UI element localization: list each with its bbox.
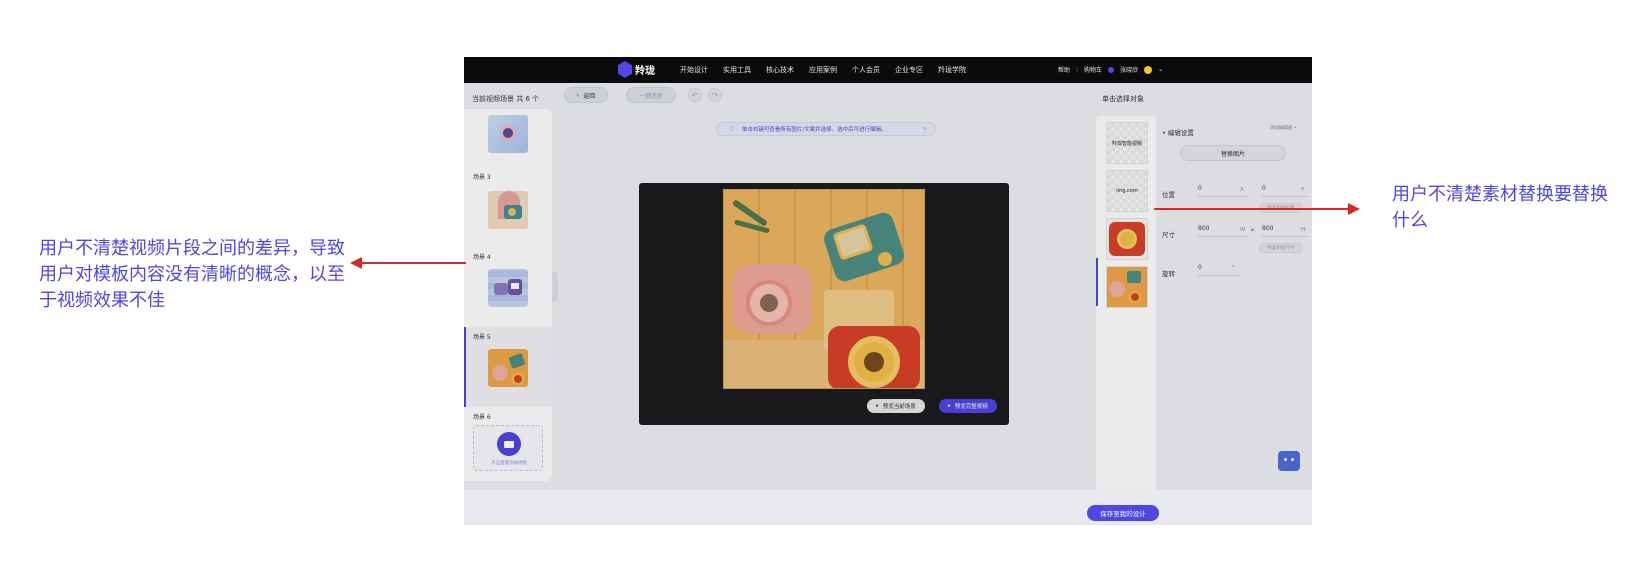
- scene-thumbnail: [488, 349, 528, 387]
- size-label: 尺寸: [1162, 231, 1175, 239]
- help-link[interactable]: 帮助: [1058, 65, 1070, 74]
- position-x-value: 0: [1198, 185, 1202, 192]
- chat-assistant-icon[interactable]: [1278, 451, 1300, 471]
- rotate-label: 旋转: [1162, 270, 1175, 278]
- position-label: 位置: [1162, 191, 1175, 199]
- preview-current-label: 预览当前场景: [882, 404, 916, 410]
- object-item-text[interactable]: ling.com: [1106, 170, 1148, 212]
- preview-full-video-button[interactable]: ▸ 预览完整视频: [939, 399, 997, 413]
- width-value: 800: [1198, 225, 1210, 232]
- nav-item[interactable]: 实用工具: [723, 65, 751, 75]
- replace-image-button[interactable]: 替换图片: [1180, 145, 1286, 161]
- username[interactable]: 张晓欣: [1120, 65, 1138, 74]
- h-unit: H: [1301, 227, 1306, 233]
- object-list-panel: 羚珑智能视频 ling.com: [1096, 116, 1156, 493]
- collapse-handle[interactable]: [552, 272, 558, 302]
- chevron-left-icon: ‹: [576, 91, 580, 99]
- logo-icon: [618, 61, 632, 78]
- annotation-left: 用户不清楚视频片段之间的差异，导致用户对模板内容没有清晰的概念，以至于视频效果不…: [39, 238, 345, 311]
- scene-item[interactable]: 场景 4: [464, 247, 552, 327]
- redo-icon[interactable]: ↷: [708, 88, 722, 102]
- hint-banner: ◌ 单击右键可查看所有图片/文案并选择，选中后可进行编辑。 ×: [716, 122, 936, 136]
- nav-item[interactable]: 核心技术: [766, 65, 794, 75]
- object-label: 羚珑智能视频: [1111, 140, 1142, 147]
- reset-size-button[interactable]: 恢复初始尺寸: [1259, 243, 1303, 253]
- chevron-down-icon[interactable]: ⌄: [1158, 66, 1163, 73]
- play-icon: ▸: [876, 403, 879, 409]
- scene-label: 场景 5: [473, 334, 491, 341]
- video-camera-icon: [497, 432, 521, 456]
- nav-item[interactable]: 开始设计: [680, 65, 708, 75]
- bulb-icon: ◌: [729, 126, 734, 132]
- degree-unit: °: [1232, 265, 1235, 271]
- rotate-value: 0: [1198, 264, 1202, 271]
- object-active-indicator: [1096, 258, 1098, 306]
- edit-settings-title: • 编辑设置: [1162, 129, 1194, 137]
- back-button-label: 返回: [583, 92, 596, 100]
- nav-item[interactable]: 企业专区: [895, 65, 923, 75]
- app-screenshot: 羚珑 开始设计 实用工具 核心技术 应用案例 个人会员 企业专区 羚珑学院 帮助…: [464, 57, 1312, 525]
- top-nav-bar: 羚珑 开始设计 实用工具 核心技术 应用案例 个人会员 企业专区 羚珑学院 帮助…: [464, 57, 1312, 83]
- logo[interactable]: 羚珑: [618, 61, 655, 78]
- arrow-right-head: [1348, 203, 1360, 215]
- nav-item[interactable]: 羚珑学院: [938, 65, 966, 75]
- nav-item[interactable]: 应用案例: [809, 65, 837, 75]
- logo-text: 羚珑: [635, 66, 655, 77]
- object-item-text[interactable]: 羚珑智能视频: [1106, 122, 1148, 164]
- height-value: 800: [1262, 225, 1274, 232]
- preview-full-label: 预览完整视频: [954, 404, 988, 410]
- scene-image[interactable]: [723, 189, 925, 389]
- hint-text: 单击右键可查看所有图片/文案并选择，选中后可进行编辑。: [741, 127, 887, 133]
- y-unit: Y: [1301, 187, 1305, 193]
- divider: |: [1076, 66, 1079, 73]
- scene-label: 场景 6: [473, 414, 491, 421]
- undo-icon[interactable]: ↶: [688, 88, 702, 102]
- lock-icon[interactable]: 🔒︎: [1251, 227, 1254, 234]
- vip-icon: [1144, 65, 1153, 74]
- position-y-value: 0: [1262, 185, 1266, 192]
- object-label: ling.com: [1116, 188, 1138, 194]
- object-item-image[interactable]: [1106, 218, 1148, 260]
- scene-list-panel: 场景 3 场景 4 场景 5 场景 6 点击直接添加视频: [464, 109, 552, 481]
- play-icon: ▸: [948, 403, 951, 409]
- save-to-my-designs-button[interactable]: 保存至我的设计: [1087, 505, 1159, 521]
- scene-thumbnail: [488, 269, 528, 307]
- arrow-right-line: [1154, 208, 1350, 210]
- preview-current-scene-button[interactable]: ▸ 预览当前场景: [867, 399, 925, 413]
- add-editor-link[interactable]: 添加编辑器 •: [1270, 125, 1297, 131]
- main-nav: 开始设计 实用工具 核心技术 应用案例 个人会员 企业专区 羚珑学院: [680, 65, 966, 75]
- scene-count-title: 当前视频场景 共 6 个: [472, 95, 540, 103]
- cart-link[interactable]: 购物车: [1084, 65, 1102, 74]
- scene-item-active[interactable]: 场景 5: [464, 327, 552, 407]
- select-object-title: 单击选择对象: [1102, 95, 1144, 103]
- one-click-restore-button[interactable]: 一键还原: [626, 87, 676, 103]
- upload-hint: 点击直接添加视频: [491, 461, 527, 466]
- cart-count-badge: [1108, 66, 1115, 73]
- scene-thumbnail: [488, 191, 528, 229]
- upload-video-dropzone[interactable]: 点击直接添加视频: [473, 425, 543, 471]
- footer-bar: [464, 490, 1312, 525]
- stage: 羚珑 开始设计 实用工具 核心技术 应用案例 个人会员 企业专区 羚珑学院 帮助…: [0, 0, 1634, 587]
- scene-label: 场景 3: [473, 174, 491, 181]
- back-button[interactable]: ‹ 返回: [564, 87, 608, 103]
- scene-item[interactable]: 场景 3: [464, 167, 552, 247]
- scene-label: 场景 4: [473, 254, 491, 261]
- scene-item[interactable]: 场景 6 点击直接添加视频: [464, 407, 552, 481]
- close-icon[interactable]: ×: [922, 126, 927, 132]
- w-unit: W: [1240, 227, 1246, 233]
- top-right-menu: 帮助 | 购物车 张晓欣 ⌄: [1058, 65, 1163, 74]
- scene-thumbnail: [488, 115, 528, 153]
- annotation-right: 用户不清楚素材替换要替换什么: [1392, 184, 1608, 231]
- scene-item[interactable]: [464, 109, 552, 165]
- object-item-image[interactable]: [1106, 266, 1148, 308]
- x-unit: X: [1240, 187, 1244, 193]
- arrow-left-line: [360, 262, 466, 264]
- preview-canvas[interactable]: ▸ 预览当前场景 ▸ 预览完整视频: [639, 183, 1009, 425]
- nav-item[interactable]: 个人会员: [852, 65, 880, 75]
